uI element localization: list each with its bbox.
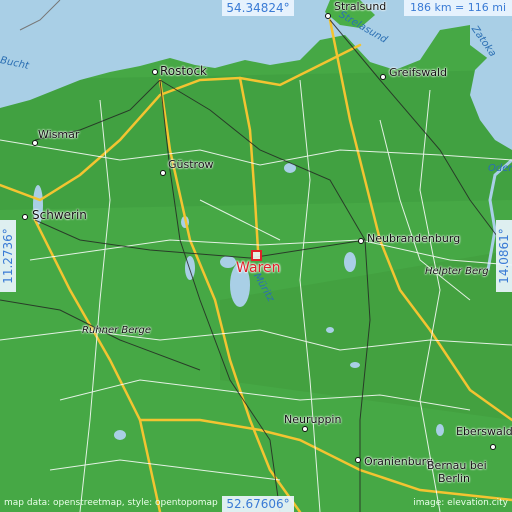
city-label-oranienburg: Oranienburg [364, 455, 433, 468]
coord-bottom-latitude: 52.67606° [222, 496, 294, 512]
neuruppin-dot [302, 426, 308, 432]
neubrandenburg-dot [358, 238, 364, 244]
attribution-right: image: elevation.city [413, 498, 508, 508]
eberswalde-dot [490, 444, 496, 450]
coord-left-text: 11.2736° [1, 228, 15, 284]
attribution-left: map data: openstreetmap, style: opentopo… [4, 498, 218, 508]
schwerin-dot [22, 214, 28, 220]
city-label-wismar: Wismar [38, 128, 80, 141]
city-label-gustrow: Güstrow [168, 158, 214, 171]
water-label-oder: Oder [488, 163, 512, 174]
city-label-eberswalde: Eberswalde [456, 425, 512, 438]
hill-label-helpter-berg: Helpter Berg [425, 266, 489, 277]
greifswald-dot [380, 74, 386, 80]
city-label-neubrandenburg: Neubrandenburg [367, 232, 461, 245]
city-label-neuruppin: Neuruppin [284, 413, 342, 426]
hill-label-ruhner-berge: Ruhner Berge [82, 325, 152, 336]
coord-right-text: 14.0861° [497, 228, 511, 284]
coord-left-longitude: 11.2736° [0, 220, 16, 292]
city-label-greifswald: Greifswald [389, 66, 448, 79]
rostock-dot [152, 69, 158, 75]
city-label-rostock: Rostock [160, 64, 207, 78]
map-canvas[interactable]: Stralsund Rostock Greifswald Wismar Güst… [0, 0, 512, 512]
city-label-berlin: Berlin [438, 472, 470, 485]
coord-right-longitude: 14.0861° [496, 220, 512, 292]
stralsund-dot [325, 13, 331, 19]
city-label-bernau: Bernau bei [427, 459, 487, 472]
scale-label: 186 km = 116 mi [404, 0, 512, 16]
gustrow-dot [160, 170, 166, 176]
city-label-schwerin: Schwerin [32, 208, 87, 222]
coord-top-latitude: 54.34824° [222, 0, 294, 16]
oranienburg-dot [355, 457, 361, 463]
marker-label-waren: Waren [236, 260, 281, 276]
